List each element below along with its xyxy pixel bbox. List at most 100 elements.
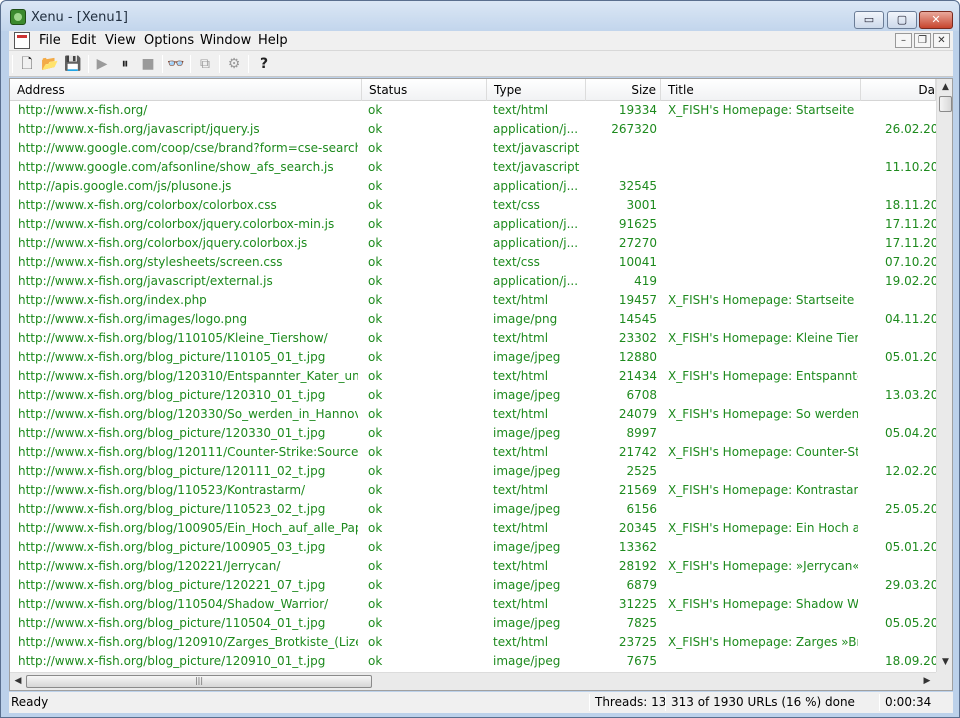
table-row[interactable]: http://www.x-fish.org/blog/100905/Ein_Ho… — [10, 519, 936, 538]
table-row[interactable]: http://www.x-fish.org/blog/120330/So_wer… — [10, 405, 936, 424]
cell-size: 12880 — [618, 350, 657, 364]
menu-options[interactable]: Options — [144, 33, 194, 48]
scroll-right-arrow-icon[interactable]: ▶ — [920, 675, 934, 688]
column-header-address[interactable]: Address — [10, 79, 362, 101]
toolbar-separator — [162, 55, 163, 73]
cell-address: http://www.x-fish.org/blog_picture/10090… — [18, 540, 326, 554]
column-header-date[interactable]: Da — [861, 79, 936, 101]
url-list[interactable]: Address Status Type Size Title Da http:/… — [9, 78, 953, 691]
cell-address: http://www.x-fish.org/colorbox/jquery.co… — [18, 217, 335, 231]
table-row[interactable]: http://www.x-fish.org/blog/120910/Zarges… — [10, 633, 936, 652]
table-row[interactable]: http://www.x-fish.org/blog_picture/12011… — [10, 462, 936, 481]
menu-edit[interactable]: Edit — [71, 33, 96, 48]
menu-window[interactable]: Window — [200, 33, 251, 48]
table-row[interactable]: http://www.x-fish.org/blog_picture/12022… — [10, 576, 936, 595]
column-header-size[interactable]: Size — [586, 79, 661, 101]
scroll-left-arrow-icon[interactable]: ◀ — [11, 675, 25, 688]
cell-size: 7825 — [626, 616, 657, 630]
xenu-app-icon[interactable] — [10, 9, 26, 25]
column-header-type[interactable]: Type — [487, 79, 586, 101]
title-bar[interactable]: Xenu - [Xenu1] ▭ ▢ ✕ — [1, 1, 959, 31]
new-document-icon[interactable]: 🗋 — [17, 54, 37, 74]
column-header-status[interactable]: Status — [362, 79, 487, 101]
cell-status: ok — [368, 255, 383, 269]
table-row[interactable]: http://www.x-fish.org/blog/110504/Shadow… — [10, 595, 936, 614]
table-row[interactable]: http://www.google.com/afsonline/show_afs… — [10, 158, 936, 177]
table-row[interactable]: http://www.x-fish.org/blog/120310/Entspa… — [10, 367, 936, 386]
close-button[interactable]: ✕ — [919, 11, 953, 29]
toolbar-separator — [219, 55, 220, 73]
table-row[interactable]: http://www.x-fish.org/index.php ok text/ht… — [10, 291, 936, 310]
mdi-close-button[interactable]: ✕ — [933, 33, 950, 48]
cell-size: 23725 — [618, 635, 657, 649]
table-row[interactable]: http://www.x-fish.org/colorbox/colorbox.… — [10, 196, 936, 215]
menu-help[interactable]: Help — [258, 33, 288, 48]
cell-status: ok — [368, 635, 383, 649]
save-icon[interactable]: 💾 — [63, 54, 83, 74]
table-row[interactable]: http://www.x-fish.org/colorbox/jquery.co… — [10, 215, 936, 234]
cell-title — [668, 310, 858, 329]
cell-date: 05.01.201 — [885, 350, 936, 364]
play-icon[interactable]: ▶ — [92, 54, 112, 74]
status-bar: Ready Threads: 13 313 of 1930 URLs (16 %… — [9, 692, 953, 713]
document-system-icon[interactable] — [14, 32, 30, 49]
table-row[interactable]: http://www.x-fish.org/blog_picture/10090… — [10, 538, 936, 557]
cell-title: X_FISH's Homepage: Ein Hoch au... — [668, 521, 858, 535]
column-header-title[interactable]: Title — [661, 79, 861, 101]
menu-view[interactable]: View — [105, 33, 136, 48]
pause-icon[interactable]: ⏸ — [115, 54, 135, 74]
table-row[interactable]: http://www.x-fish.org/images/logo.png ok i… — [10, 310, 936, 329]
stop-icon[interactable]: ■ — [138, 54, 158, 74]
open-folder-icon[interactable]: 📂 — [40, 54, 60, 74]
properties-icon[interactable]: ⚙ — [224, 54, 244, 74]
scroll-up-arrow-icon[interactable]: ▲ — [939, 80, 952, 94]
table-row[interactable]: http://www.x-fish.org/blog/120221/Jerryc… — [10, 557, 936, 576]
cell-date — [885, 291, 936, 310]
table-row[interactable]: http://www.x-fish.org/blog_picture/12033… — [10, 424, 936, 443]
cell-title — [668, 120, 858, 139]
cell-title — [668, 500, 858, 519]
binoculars-icon[interactable]: 👓 — [166, 54, 186, 74]
menu-file[interactable]: File — [39, 33, 61, 48]
table-row[interactable]: http://www.x-fish.org/javascript/externa… — [10, 272, 936, 291]
table-row[interactable]: http://www.x-fish.org/blog/110105/Kleine… — [10, 329, 936, 348]
table-row[interactable]: http://www.x-fish.org/blog_picture/12091… — [10, 652, 936, 671]
help-icon[interactable]: ? — [254, 54, 274, 74]
table-row[interactable]: http://www.x-fish.org/colorbox/jquery.co… — [10, 234, 936, 253]
cell-status: ok — [368, 160, 383, 174]
table-row[interactable]: http://www.x-fish.org/blog_picture/12031… — [10, 386, 936, 405]
copy-icon[interactable]: ⧉ — [195, 54, 215, 74]
cell-address: http://www.x-fish.org/blog_picture/11050… — [18, 616, 326, 630]
cell-title — [668, 158, 858, 177]
cell-title: X_FISH's Homepage: Entspannter ... — [668, 369, 858, 383]
cell-date: 12.02.201 — [885, 464, 936, 478]
cell-type: text/html — [493, 635, 549, 649]
table-row[interactable]: http://www.google.com/coop/cse/brand?for… — [10, 139, 936, 158]
mdi-minimize-button[interactable]: – — [895, 33, 912, 48]
table-row[interactable]: http://www.x-fish.org/blog_picture/11050… — [10, 614, 936, 633]
vertical-scrollbar[interactable]: ▲ ▼ — [936, 79, 952, 672]
cell-title: X_FISH's Homepage: »Jerrycan« — [668, 559, 858, 573]
table-row[interactable]: http://www.x-fish.org/blog/120111/Counte… — [10, 443, 936, 462]
scroll-down-arrow-icon[interactable]: ▼ — [939, 655, 952, 669]
maximize-button[interactable]: ▢ — [887, 11, 917, 29]
table-row[interactable]: http://www.x-fish.org/blog/110523/Kontra… — [10, 481, 936, 500]
table-row[interactable]: http://apis.google.com/js/plusone.js ok ap… — [10, 177, 936, 196]
cell-title — [668, 196, 858, 215]
horizontal-scroll-thumb[interactable]: ||| — [26, 675, 372, 688]
minimize-button[interactable]: ▭ — [854, 11, 884, 29]
cell-size: 10041 — [618, 255, 657, 269]
table-row[interactable]: http://www.x-fish.org/blog_picture/11052… — [10, 500, 936, 519]
table-row[interactable]: http://www.x-fish.org/blog_picture/11010… — [10, 348, 936, 367]
cell-type: text/html — [493, 483, 549, 497]
status-elapsed-time: 0:00:34 — [885, 695, 932, 709]
table-row[interactable]: http://www.x-fish.org/stylesheets/screen… — [10, 253, 936, 272]
mdi-restore-button[interactable]: ❐ — [914, 33, 931, 48]
table-row[interactable]: http://www.x-fish.org/ok text/html 19334 X_… — [10, 101, 936, 120]
vertical-scroll-thumb[interactable] — [939, 96, 952, 112]
cell-status: ok — [368, 350, 383, 364]
cell-title — [668, 386, 858, 405]
cell-type: image/jpeg — [493, 426, 561, 440]
table-row[interactable]: http://www.x-fish.org/javascript/jquery.… — [10, 120, 936, 139]
horizontal-scrollbar[interactable]: ◀ ||| ▶ — [10, 672, 936, 690]
